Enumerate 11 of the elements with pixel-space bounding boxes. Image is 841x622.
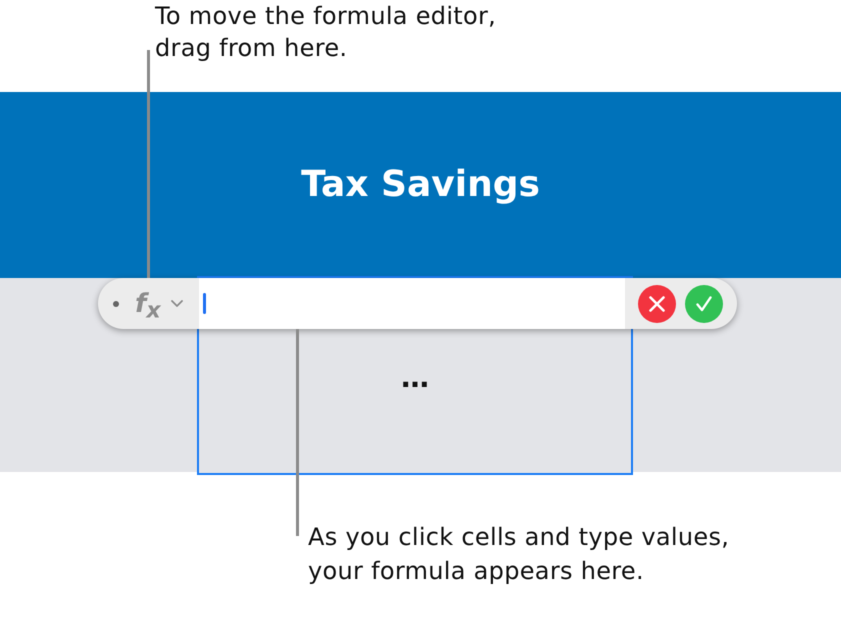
cancel-button[interactable] [638, 284, 676, 322]
drag-handle-icon[interactable] [113, 300, 119, 306]
cell-value: … [401, 364, 429, 392]
close-icon [649, 296, 665, 312]
callout-text: As you click cells and type values, your formula appears here. [308, 522, 730, 587]
caret-icon [170, 300, 183, 307]
callout-text: To move the formula editor, drag from here. [155, 1, 496, 64]
sheet-title: Tax Savings [301, 163, 540, 207]
accept-button[interactable] [685, 284, 723, 322]
formula-input-field[interactable] [199, 278, 625, 329]
checkmark-icon [696, 296, 712, 312]
